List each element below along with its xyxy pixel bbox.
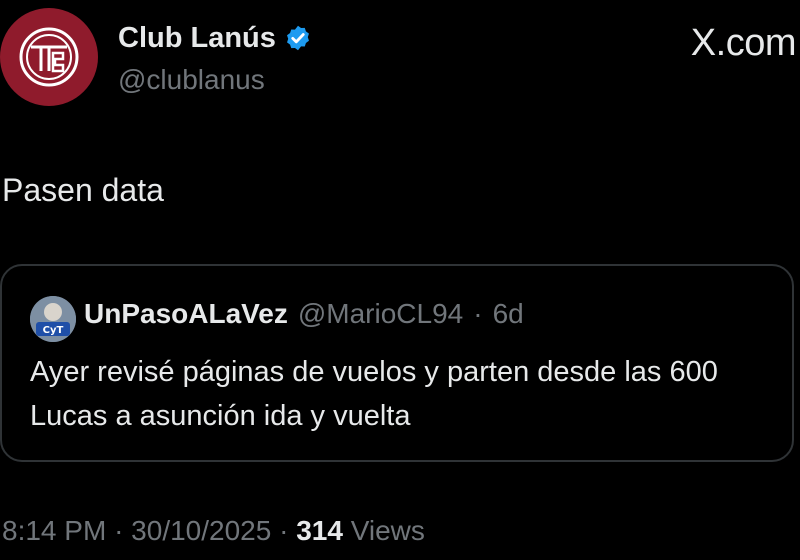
quote-tweet-card[interactable]: CyT UnPasoALaVez @MarioCL94 · 6d Ayer re… bbox=[0, 264, 794, 462]
tweet-footer: 8:14 PM · 30/10/2025 · 314 Views bbox=[2, 515, 425, 547]
quote-avatar[interactable]: CyT bbox=[30, 296, 76, 342]
tweet-date[interactable]: 30/10/2025 bbox=[131, 515, 271, 546]
author-name-row: Club Lanús bbox=[118, 20, 312, 56]
tweet-text: Pasen data bbox=[2, 172, 164, 208]
quote-display-name[interactable]: UnPasoALaVez bbox=[84, 298, 288, 330]
author-block: Club Lanús @clublanus bbox=[118, 20, 312, 100]
quote-header: UnPasoALaVez @MarioCL94 · 6d bbox=[84, 298, 524, 330]
svg-text:CyT: CyT bbox=[43, 325, 64, 336]
quote-age[interactable]: 6d bbox=[493, 298, 524, 330]
tweet-time[interactable]: 8:14 PM bbox=[2, 515, 106, 546]
author-handle[interactable]: @clublanus bbox=[118, 60, 312, 100]
quote-text: Ayer revisé páginas de vuelos y parten d… bbox=[30, 356, 718, 432]
footer-separator-2: · bbox=[279, 515, 289, 546]
author-display-name[interactable]: Club Lanús bbox=[118, 20, 276, 56]
quote-handle[interactable]: @MarioCL94 bbox=[298, 298, 463, 330]
club-crest-icon bbox=[19, 27, 79, 87]
footer-separator: · bbox=[114, 515, 124, 546]
quote-avatar-image-icon: CyT bbox=[30, 296, 76, 342]
views-count[interactable]: 314 bbox=[296, 515, 343, 546]
views-label[interactable]: Views bbox=[351, 515, 425, 546]
verified-badge-icon bbox=[286, 25, 309, 51]
quote-separator: · bbox=[473, 298, 483, 329]
x-watermark: X.com bbox=[690, 22, 797, 64]
author-avatar[interactable] bbox=[0, 8, 98, 106]
